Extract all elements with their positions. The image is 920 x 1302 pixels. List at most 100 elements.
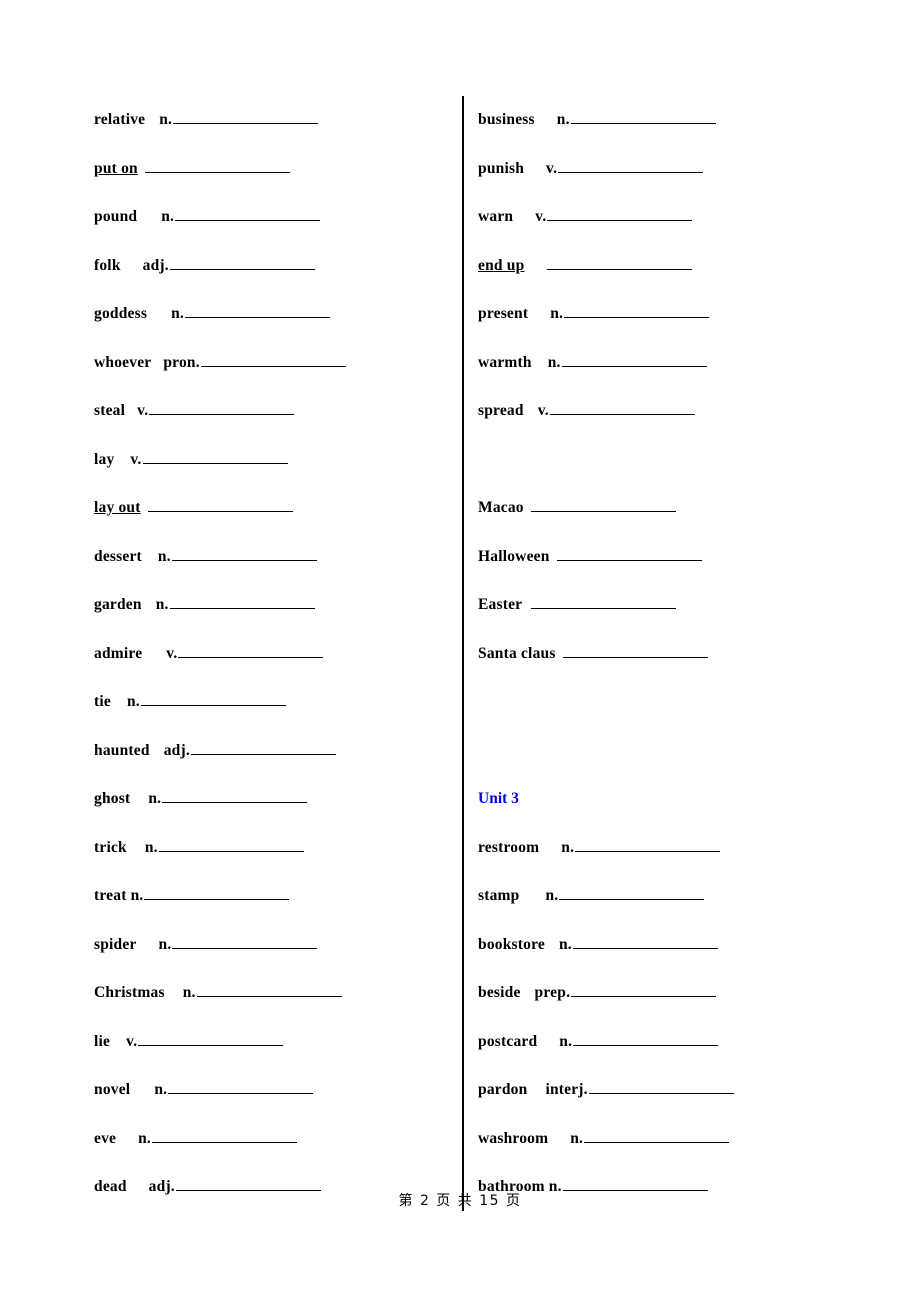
vocabulary-term: business <box>478 111 535 128</box>
page-footer: 第 2 页 共 15 页 <box>398 1193 522 1209</box>
answer-blank[interactable] <box>530 496 676 512</box>
answer-blank[interactable] <box>144 884 290 900</box>
answer-blank[interactable] <box>575 836 721 852</box>
answer-blank[interactable] <box>171 545 317 561</box>
vocabulary-term: relative <box>94 111 146 128</box>
vocabulary-term: lie <box>94 1032 111 1050</box>
part-of-speech-label: n. <box>144 838 158 856</box>
vocabulary-entry: Santa claus <box>478 630 878 679</box>
vocabulary-entry: beside prep. <box>478 969 878 1018</box>
vocabulary-term: warn <box>478 208 514 225</box>
answer-blank[interactable] <box>562 1175 708 1191</box>
answer-blank[interactable] <box>173 108 319 124</box>
vocabulary-term: washroom <box>478 1129 549 1147</box>
answer-blank[interactable] <box>190 739 336 755</box>
vocabulary-term: novel <box>94 1081 131 1098</box>
vocabulary-entry: whoever pron. <box>94 339 444 388</box>
answer-blank[interactable] <box>562 642 708 658</box>
vocabulary-entry: tie n. <box>94 678 444 727</box>
answer-blank[interactable] <box>169 593 315 609</box>
part-of-speech-label: v. <box>126 1032 138 1050</box>
answer-blank[interactable] <box>152 1127 298 1143</box>
vocabulary-entry: novel n. <box>94 1066 444 1115</box>
part-of-speech-label: n. <box>545 887 559 904</box>
vocabulary-entry: warn v. <box>478 193 878 242</box>
answer-blank[interactable] <box>168 1078 314 1094</box>
vocabulary-term: treat <box>94 887 127 904</box>
answer-blank[interactable] <box>531 593 677 609</box>
vocabulary-entry: garden n. <box>94 581 444 630</box>
part-of-speech-label: n. <box>148 790 162 807</box>
vocabulary-term: spider <box>94 935 137 953</box>
vocabulary-term: eve <box>94 1129 117 1147</box>
answer-blank[interactable] <box>169 254 315 270</box>
part-of-speech-label: n. <box>559 1032 573 1050</box>
phrasal-verb-term: lay out <box>94 499 141 516</box>
answer-blank[interactable] <box>147 496 293 512</box>
column-divider <box>462 96 464 1211</box>
vocabulary-term: dessert <box>94 547 142 565</box>
vocabulary-term: folk <box>94 256 121 274</box>
worksheet-page: relative n. put on pound n. folk adj. goddess n.… <box>0 0 920 1302</box>
answer-blank[interactable] <box>172 933 318 949</box>
vocabulary-term: Christmas <box>94 984 165 1001</box>
answer-blank[interactable] <box>178 642 324 658</box>
answer-blank[interactable] <box>158 836 304 852</box>
vocabulary-term: haunted <box>94 741 150 759</box>
answer-blank[interactable] <box>175 205 321 221</box>
answer-blank[interactable] <box>549 399 695 415</box>
vocabulary-term: punish <box>478 159 525 177</box>
vocabulary-entry: end up <box>478 242 878 291</box>
answer-blank[interactable] <box>175 1175 321 1191</box>
answer-blank[interactable] <box>573 1030 719 1046</box>
vocabulary-entry: dessert n. <box>94 533 444 582</box>
vocabulary-entry: ghost n. <box>94 775 444 824</box>
answer-blank[interactable] <box>584 1127 730 1143</box>
vocabulary-entry: pound n. <box>94 193 444 242</box>
part-of-speech-label: v. <box>137 402 149 419</box>
answer-blank[interactable] <box>588 1078 734 1094</box>
answer-blank[interactable] <box>144 157 290 173</box>
part-of-speech-label: n. <box>155 596 169 613</box>
vocabulary-term: pardon <box>478 1081 528 1098</box>
vocabulary-term: beside <box>478 984 521 1001</box>
answer-blank[interactable] <box>196 981 342 997</box>
answer-blank[interactable] <box>138 1030 284 1046</box>
vocabulary-term: ghost <box>94 790 131 807</box>
answer-blank[interactable] <box>547 254 693 270</box>
vocabulary-term: admire <box>94 644 143 662</box>
answer-blank[interactable] <box>564 302 710 318</box>
answer-blank[interactable] <box>571 981 717 997</box>
answer-blank[interactable] <box>561 351 707 367</box>
left-vocabulary-column: relative n. put on pound n. folk adj. goddess n.… <box>94 96 444 1212</box>
vocabulary-term: spread <box>478 402 524 419</box>
part-of-speech-label: interj. <box>545 1081 588 1098</box>
answer-blank[interactable] <box>200 351 346 367</box>
vocabulary-term: steal <box>94 402 126 419</box>
answer-blank[interactable] <box>559 884 705 900</box>
answer-blank[interactable] <box>556 545 702 561</box>
part-of-speech-label: n. <box>130 887 144 904</box>
answer-blank[interactable] <box>185 302 330 318</box>
answer-blank[interactable] <box>558 157 704 173</box>
vocabulary-term: warmth <box>478 353 532 371</box>
vocabulary-entry: folk adj. <box>94 242 444 291</box>
part-of-speech-label: n. <box>561 838 575 856</box>
vocabulary-term: Macao <box>478 499 524 516</box>
answer-blank[interactable] <box>572 933 718 949</box>
answer-blank[interactable] <box>149 399 295 415</box>
part-of-speech-label: n. <box>171 305 184 322</box>
vocabulary-term: present <box>478 305 529 322</box>
answer-blank[interactable] <box>547 205 693 221</box>
vocabulary-term: trick <box>94 838 127 856</box>
part-of-speech-label: v. <box>537 402 549 419</box>
answer-blank[interactable] <box>162 787 308 803</box>
vocabulary-entry: admire v. <box>94 630 444 679</box>
answer-blank[interactable] <box>140 690 286 706</box>
phrasal-verb-term: put on <box>94 159 138 177</box>
answer-blank[interactable] <box>570 108 716 124</box>
answer-blank[interactable] <box>142 448 288 464</box>
vocabulary-entry: present n. <box>478 290 878 339</box>
vocabulary-entry: steal v. <box>94 387 444 436</box>
